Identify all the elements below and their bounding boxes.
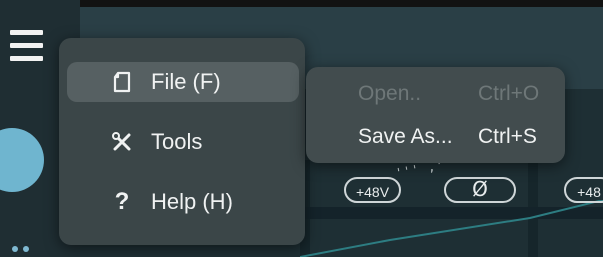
help-icon: ? bbox=[114, 188, 130, 215]
open-menu-item[interactable]: Open.. bbox=[358, 82, 421, 106]
open-shortcut: Ctrl+O bbox=[478, 82, 540, 105]
pagination-dots bbox=[12, 246, 29, 252]
menu-item-label: Tools bbox=[151, 129, 203, 154]
save-as-menu-item[interactable]: Save As... bbox=[358, 125, 453, 149]
menu-item-label: Help (H) bbox=[151, 189, 233, 214]
hamburger-menu-icon[interactable] bbox=[10, 30, 44, 70]
tools-icon bbox=[111, 131, 133, 153]
file-submenu: Open.. Ctrl+O Save As... Ctrl+S bbox=[306, 67, 565, 163]
save-as-shortcut: Ctrl+S bbox=[478, 125, 537, 148]
phantom-power-button[interactable]: +48V bbox=[344, 177, 401, 203]
main-menu: File (F) Tools ? Help (H) bbox=[59, 38, 305, 245]
menu-item-help[interactable]: ? Help (H) bbox=[67, 182, 299, 222]
menu-item-file[interactable]: File (F) bbox=[67, 62, 299, 102]
menu-item-tools[interactable]: Tools bbox=[67, 122, 299, 162]
phase-invert-button[interactable]: Ø bbox=[444, 177, 516, 203]
menu-item-label: File (F) bbox=[151, 69, 221, 94]
phantom-power-button[interactable]: +48 bbox=[564, 177, 603, 203]
file-icon bbox=[111, 71, 133, 93]
level-curve bbox=[300, 200, 603, 257]
